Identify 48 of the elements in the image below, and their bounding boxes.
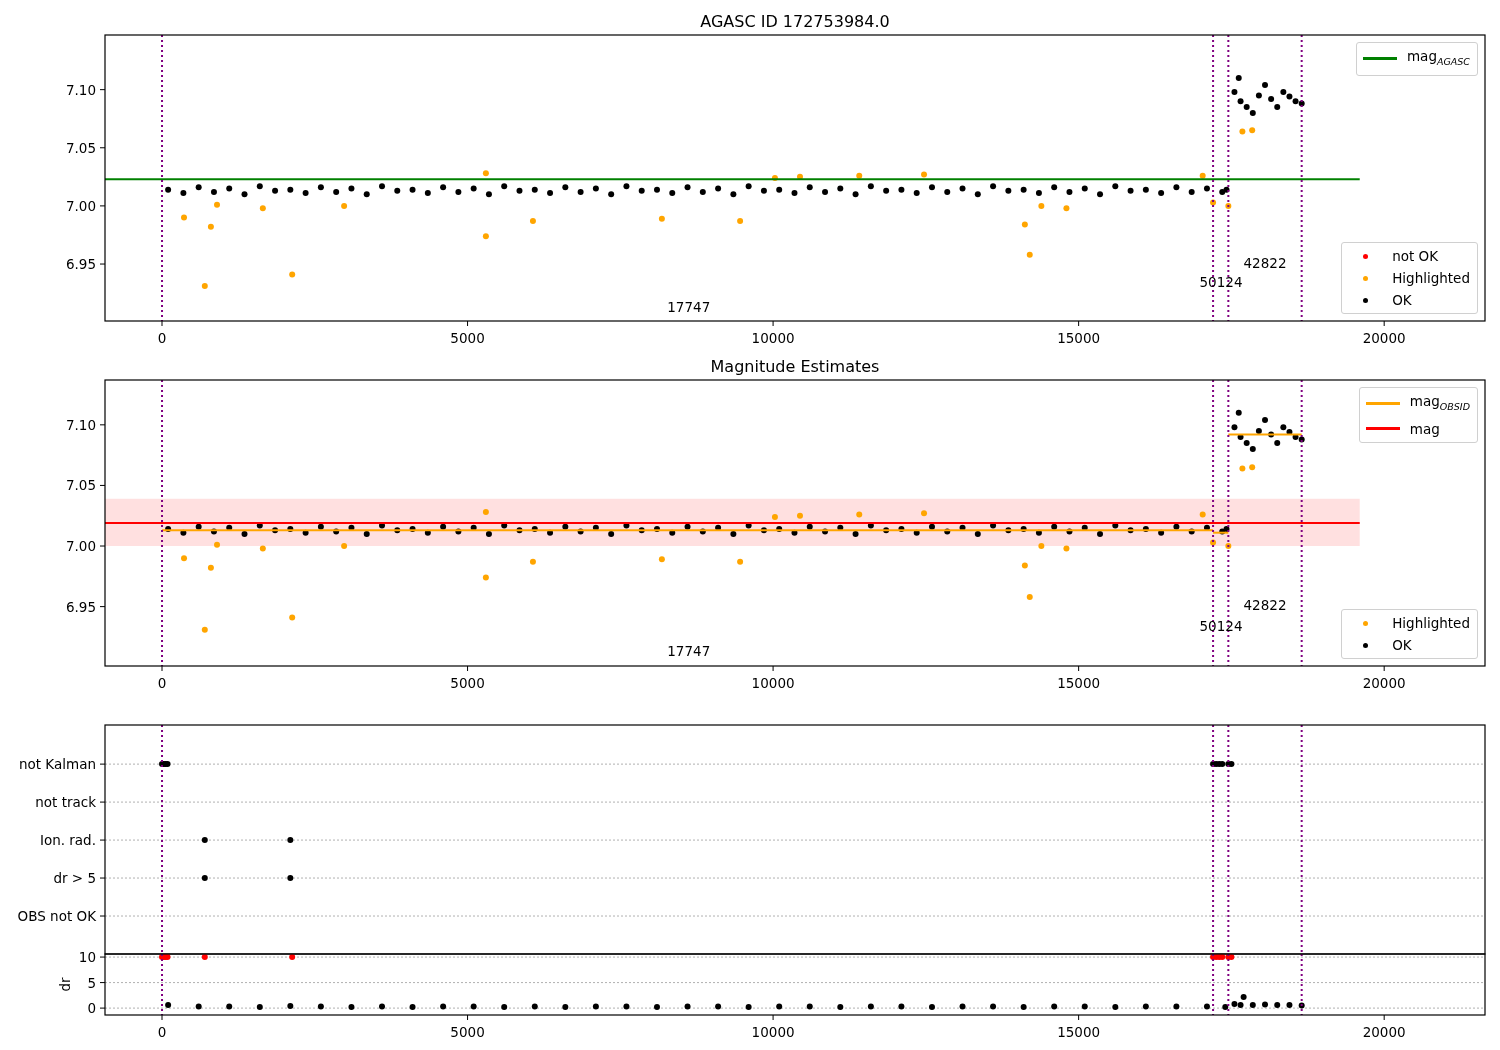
tick-label: 20000	[1362, 330, 1406, 346]
tick-label: 7.00	[65, 538, 96, 555]
tick-label: OBS not OK	[17, 908, 96, 924]
tick-label: 5000	[450, 1024, 485, 1040]
tick-label: 15000	[1057, 1024, 1101, 1040]
tick-label: 7.10	[65, 81, 96, 98]
legend-label: not OK	[1392, 247, 1439, 266]
tick-label: 20000	[1362, 1024, 1406, 1040]
tick-label: 0	[87, 1000, 96, 1017]
tick-label: 0	[157, 675, 167, 691]
axis-label: dr	[57, 977, 73, 992]
tick-label: dr > 5	[53, 870, 96, 887]
annotation-label: 50124	[1199, 274, 1243, 291]
tick-label: 10000	[751, 1024, 795, 1040]
tick-label: 20000	[1362, 675, 1406, 691]
chart-title: Magnitude Estimates	[710, 357, 880, 376]
annotation-label: 17747	[667, 643, 711, 660]
legend-label: OK	[1392, 291, 1412, 310]
tick-label: 7.10	[65, 416, 96, 433]
tick-label: 7.05	[65, 477, 96, 494]
tick-label: Ion. rad.	[39, 832, 96, 849]
tick-label: 10000	[751, 675, 795, 691]
tick-label: 0	[157, 1024, 167, 1040]
tick-label: 7.00	[65, 197, 96, 214]
annotation-label: 42822	[1243, 254, 1287, 271]
tick-label: 15000	[1057, 675, 1101, 691]
legend-label: Highlighted	[1392, 269, 1470, 288]
chart-title: AGASC ID 172753984.0	[700, 12, 890, 31]
tick-label: 5000	[450, 330, 485, 346]
tick-label: not track	[35, 794, 96, 811]
legend-label: mag$_{AGASC}$	[1406, 47, 1470, 69]
legend-label: OK	[1392, 636, 1412, 655]
annotation-label: 50124	[1199, 617, 1243, 634]
tick-label: 10	[78, 949, 96, 966]
tick-label: 0	[157, 330, 167, 346]
legend-label: mag$_{OBSID}$	[1409, 392, 1470, 414]
tick-label: 15000	[1057, 330, 1101, 346]
annotation-label: 42822	[1243, 597, 1287, 614]
legend-label: mag	[1409, 419, 1440, 439]
tick-label: 5000	[450, 675, 485, 691]
tick-label: 6.95	[65, 598, 96, 615]
annotation-label: 17747	[667, 298, 711, 315]
tick-label: 6.95	[65, 256, 96, 273]
tick-label: 10000	[751, 330, 795, 346]
tick-label: 7.05	[65, 139, 96, 156]
legend-label: Highlighted	[1392, 614, 1470, 633]
tick-label: 5	[87, 974, 96, 991]
tick-label: not Kalman	[18, 756, 96, 773]
